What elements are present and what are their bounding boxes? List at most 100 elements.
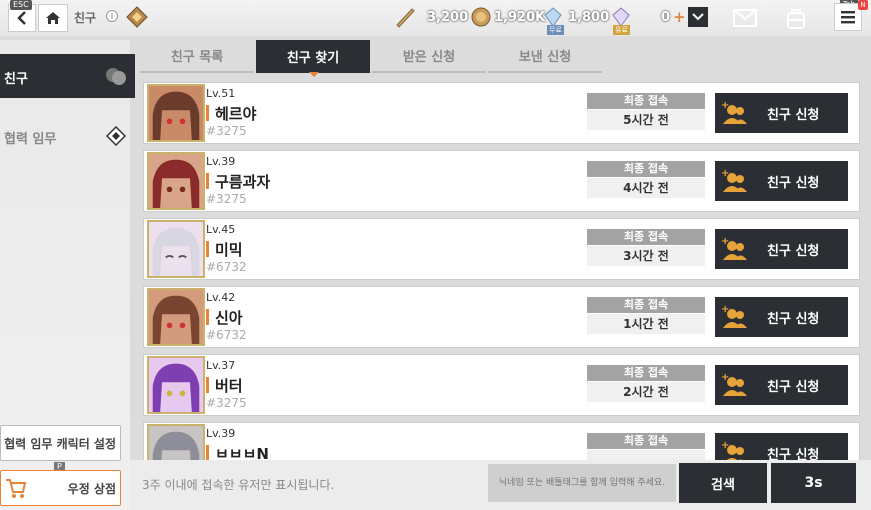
friend-tag: #3275 xyxy=(206,124,247,138)
last-login-value xyxy=(587,450,705,460)
gem-value: 1,800 xyxy=(568,10,610,25)
last-login-value: 2시간 전 xyxy=(587,382,705,402)
friend-tag: #3275 xyxy=(206,396,247,410)
friend-tag: #6732 xyxy=(206,328,247,342)
tab-received-requests[interactable]: 받은 신청 xyxy=(372,40,486,73)
friend-avatar[interactable] xyxy=(147,84,205,142)
tab-find-friends[interactable]: 친구 찾기 xyxy=(256,40,370,73)
last-login-label: 최종 접속 xyxy=(587,297,705,313)
friend-request-button[interactable]: + 친구 신청 xyxy=(715,93,848,133)
friend-avatar[interactable] xyxy=(147,220,205,278)
tab-sent-requests[interactable]: 보낸 신청 xyxy=(488,40,602,73)
mission-icon xyxy=(106,126,126,146)
add-friend-icon: + xyxy=(721,304,747,328)
name-accent-bar xyxy=(206,445,209,460)
friend-request-button[interactable]: + 친구 신청 xyxy=(715,433,848,460)
friend-request-label: 친구 신청 xyxy=(767,380,820,395)
friend-tag: #3275 xyxy=(206,192,247,206)
co-op-character-settings-label: 협력 임무 캐릭터 설정 xyxy=(4,436,116,451)
list-item: Lv.39 구름과자 #3275 최종 접속 4시간 전 + 친구 신청 xyxy=(143,150,860,212)
name-accent-bar xyxy=(206,105,209,121)
friendship-shop-button[interactable]: 우정 상점 xyxy=(0,470,121,506)
friend-level: Lv.37 xyxy=(206,359,236,372)
friend-avatar[interactable] xyxy=(147,424,205,460)
friend-search-list: Lv.51 헤르야 #3275 최종 접속 5시간 전 + 친구 신청 Lv.3… xyxy=(140,82,862,460)
tab-friend-list[interactable]: 친구 목록 xyxy=(140,40,254,73)
friend-name: 버터 xyxy=(215,377,243,395)
friend-request-label: 친구 신청 xyxy=(767,448,820,460)
friend-avatar[interactable] xyxy=(147,288,205,346)
friend-avatar[interactable] xyxy=(147,356,205,414)
sidebar-item-co-op-mission[interactable]: 협력 임무 xyxy=(4,128,56,147)
stamina-icon xyxy=(396,8,415,28)
friend-level: Lv.39 xyxy=(206,427,236,440)
last-login-label: 최종 접속 xyxy=(587,93,705,109)
friend-name: 구름과자 xyxy=(215,173,271,191)
list-item: Lv.39 ㅂㅂㅂN 최종 접속 + 친구 신청 xyxy=(143,422,860,460)
friend-request-button[interactable]: + 친구 신청 xyxy=(715,297,848,337)
friend-name: 헤르야 xyxy=(215,105,257,123)
last-login-label: 최종 접속 xyxy=(587,365,705,381)
name-accent-bar xyxy=(206,377,209,393)
friend-request-label: 친구 신청 xyxy=(767,312,820,327)
search-input[interactable] xyxy=(488,464,676,502)
last-login-value: 4시간 전 xyxy=(587,178,705,198)
gold-coin-icon xyxy=(471,7,491,27)
home-icon xyxy=(46,12,60,24)
gold-value: 1,920K xyxy=(494,10,546,25)
search-button[interactable]: 검색 xyxy=(679,463,767,503)
new-badge: N xyxy=(858,0,868,10)
sidebar-item-friends-label: 친구 xyxy=(4,72,28,87)
friend-request-button[interactable]: + 친구 신청 xyxy=(715,229,848,269)
info-icon[interactable]: i xyxy=(106,10,118,22)
paid-gem-tag: 유료 xyxy=(613,25,630,35)
friend-request-button[interactable]: + 친구 신청 xyxy=(715,161,848,201)
friend-name: 미믹 xyxy=(215,241,243,259)
refresh-cooldown-button[interactable]: 3s xyxy=(771,463,856,503)
friend-request-label: 친구 신청 xyxy=(767,244,820,259)
active-tab-indicator xyxy=(309,72,319,77)
free-gem-tag: 무료 xyxy=(547,25,564,35)
friend-level: Lv.45 xyxy=(206,223,236,236)
list-item: Lv.42 신아 #6732 최종 접속 1시간 전 + 친구 신청 xyxy=(143,286,860,348)
rank-emblem-icon xyxy=(126,6,148,28)
name-accent-bar xyxy=(206,173,209,189)
add-currency-button[interactable]: + xyxy=(673,8,686,26)
last-login-value: 3시간 전 xyxy=(587,246,705,266)
friend-name: ㅂㅂㅂN xyxy=(215,445,269,460)
name-accent-bar xyxy=(206,241,209,257)
tab-bar: 친구 목록 친구 찾기 받은 신청 보낸 신청 xyxy=(140,40,604,73)
inventory-button[interactable] xyxy=(782,6,810,30)
last-login-label: 최종 접속 xyxy=(587,161,705,177)
mail-icon xyxy=(733,9,757,27)
currency-dropdown-button[interactable] xyxy=(688,7,708,27)
friend-level: Lv.39 xyxy=(206,155,236,168)
add-friend-icon: + xyxy=(721,100,747,124)
friendship-shop-label: 우정 상점 xyxy=(67,481,116,496)
add-friend-icon: + xyxy=(721,372,747,396)
friend-tag: #6732 xyxy=(206,260,247,274)
cart-icon xyxy=(6,479,27,498)
last-login-label: 최종 접속 xyxy=(587,433,705,449)
last-login-value: 5시간 전 xyxy=(587,110,705,130)
mail-button[interactable] xyxy=(731,6,759,30)
friend-avatar[interactable] xyxy=(147,152,205,210)
friend-name: 신아 xyxy=(215,309,243,327)
list-item: Lv.37 버터 #3275 최종 접속 2시간 전 + 친구 신청 xyxy=(143,354,860,416)
home-button[interactable] xyxy=(38,4,68,32)
page-title: 친구 xyxy=(74,11,97,25)
hamburger-menu-icon xyxy=(841,11,855,24)
stamina-value: 3,200 xyxy=(427,10,469,25)
list-item: Lv.45 미믹 #6732 최종 접속 3시간 전 + 친구 신청 xyxy=(143,218,860,280)
add-friend-icon: + xyxy=(721,440,744,460)
friend-request-label: 친구 신청 xyxy=(767,176,820,191)
friend-request-button[interactable]: + 친구 신청 xyxy=(715,365,848,405)
paid-gem-value: 0 xyxy=(661,10,671,25)
esc-key-hint: ESC xyxy=(10,0,32,10)
friend-level: Lv.42 xyxy=(206,291,236,304)
search-notice: 3주 이내에 접속한 유저만 표시됩니다. xyxy=(142,478,335,492)
last-login-label: 최종 접속 xyxy=(587,229,705,245)
co-op-character-settings-button[interactable]: 협력 임무 캐릭터 설정 xyxy=(0,425,121,461)
friends-icon xyxy=(106,68,126,85)
add-friend-icon: + xyxy=(721,168,747,192)
